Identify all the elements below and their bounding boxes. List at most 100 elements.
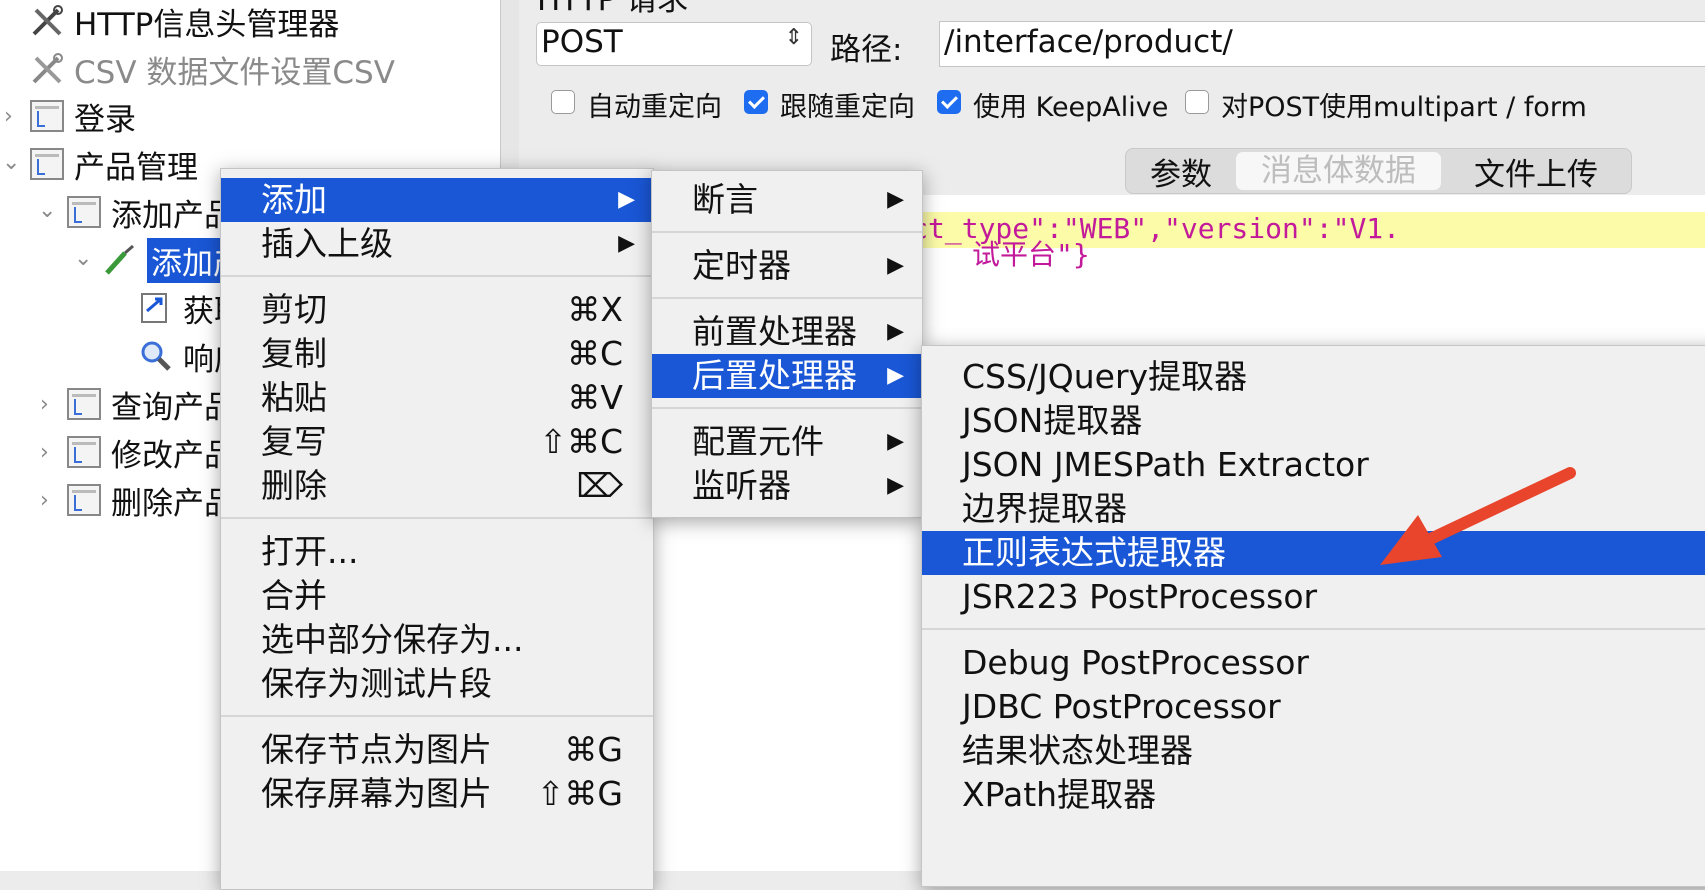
tree-item-csv-data-set[interactable]: CSV 数据文件设置CSV (30, 45, 395, 93)
menu-item-save-as-test-fragment[interactable]: 保存为测试片段 (221, 662, 653, 706)
checkbox-box[interactable] (937, 89, 961, 114)
menu-item-post-processors[interactable]: 后置处理器 ▶ (652, 354, 922, 398)
menu-item-save-screen-image[interactable]: 保存屏幕为图片 ⇧⌘G (221, 772, 653, 816)
context-menu: 添加 ▶ 插入上级 ▶ 剪切 ⌘X 复制 ⌘C 粘贴 ⌘V 复写 ⇧⌘C 删除 ⌦ 打开...… (220, 168, 654, 890)
controller-icon (67, 388, 101, 420)
menu-separator (221, 275, 653, 277)
tree-item-label: 产品管理 (74, 149, 198, 186)
up-down-arrows-icon: ⇕ (784, 25, 803, 50)
menu-item-result-status-handler[interactable]: 结果状态处理器 (922, 729, 1705, 773)
method-select[interactable]: POST ⇕ (536, 22, 812, 66)
tab-file-upload[interactable]: 文件上传 (1441, 149, 1631, 194)
tree-item-modify-product[interactable]: 修改产品 (67, 428, 235, 476)
tree-item-label: 删除产品 (111, 485, 235, 522)
tree-item-label: 添加产品 (111, 197, 235, 234)
chevron-right-icon[interactable]: › (40, 440, 49, 465)
menu-item-save-selection-as[interactable]: 选中部分保存为... (221, 618, 653, 662)
checkbox-label: 对POST使用multipart / form (1221, 92, 1587, 123)
tree-item-add-product-group[interactable]: 添加产品 (67, 188, 235, 236)
menu-item-merge[interactable]: 合并 (221, 574, 653, 618)
redirect-automatically-checkbox[interactable]: 自动重定向 (551, 85, 722, 124)
menu-separator (221, 715, 653, 717)
checkbox-label: 使用 KeepAlive (973, 92, 1169, 123)
menu-item-listeners[interactable]: 监听器 ▶ (652, 464, 922, 508)
use-keepalive-checkbox[interactable]: 使用 KeepAlive (937, 85, 1168, 124)
request-tabs: 参数 消息体数据 文件上传 (1125, 148, 1632, 194)
menu-separator (652, 407, 922, 409)
menu-item-jdbc-postprocessor[interactable]: JDBC PostProcessor (922, 685, 1705, 729)
menu-separator (922, 628, 1705, 630)
tab-body-data[interactable]: 消息体数据 (1236, 152, 1441, 190)
add-submenu: 断言 ▶ 定时器 ▶ 前置处理器 ▶ 后置处理器 ▶ 配置元件 ▶ 监听器 ▶ (651, 170, 923, 518)
tree-item-label: 修改产品 (111, 437, 235, 474)
chevron-right-icon: ▶ (618, 231, 635, 256)
path-label: 路径: (830, 32, 903, 68)
menu-item-assertions[interactable]: 断言 ▶ (652, 178, 922, 222)
chevron-right-icon[interactable]: › (4, 104, 13, 129)
menu-item-delete[interactable]: 删除 ⌦ (221, 464, 653, 508)
menu-item-insert-parent[interactable]: 插入上级 ▶ (221, 222, 653, 266)
tree-item-delete-product[interactable]: 删除产品 (67, 476, 235, 524)
tree-item-login[interactable]: 登录 (30, 92, 136, 140)
tree-item-label: HTTP信息头管理器 (74, 6, 340, 43)
post-processors-submenu: CSS/JQuery提取器 JSON提取器 JSON JMESPath Extr… (921, 345, 1705, 887)
path-input[interactable]: /interface/product/ (939, 21, 1705, 67)
chevron-right-icon: ▶ (887, 429, 904, 454)
multipart-checkbox[interactable]: 对POST使用multipart / form (1185, 85, 1587, 124)
menu-separator (221, 517, 653, 519)
json-text: 试平台"} (972, 238, 1090, 271)
checkbox-label: 自动重定向 (587, 92, 722, 123)
preprocessor-icon (139, 291, 173, 325)
chevron-right-icon: ▶ (887, 253, 904, 278)
menu-item-css-jquery-extractor[interactable]: CSS/JQuery提取器 (922, 355, 1705, 399)
controller-icon (30, 100, 64, 132)
menu-item-paste[interactable]: 粘贴 ⌘V (221, 376, 653, 420)
checkbox-box[interactable] (551, 89, 575, 114)
menu-item-xpath-extractor[interactable]: XPath提取器 (922, 773, 1705, 817)
menu-item-config-elements[interactable]: 配置元件 ▶ (652, 420, 922, 464)
checkbox-label: 跟随重定向 (780, 92, 915, 123)
menu-item-duplicate[interactable]: 复写 ⇧⌘C (221, 420, 653, 464)
sampler-icon (103, 243, 137, 277)
menu-item-pre-processors[interactable]: 前置处理器 ▶ (652, 310, 922, 354)
chevron-down-icon[interactable]: ⌄ (74, 246, 92, 271)
menu-item-copy[interactable]: 复制 ⌘C (221, 332, 653, 376)
chevron-right-icon: ▶ (618, 187, 635, 212)
controller-icon (67, 196, 101, 228)
follow-redirects-checkbox[interactable]: 跟随重定向 (744, 85, 915, 124)
annotation-arrow-icon (1380, 467, 1576, 565)
menu-separator (652, 231, 922, 233)
chevron-right-icon[interactable]: › (40, 392, 49, 417)
chevron-down-icon[interactable]: ⌄ (38, 198, 56, 223)
chevron-down-icon[interactable]: ⌄ (2, 150, 20, 175)
chevron-right-icon: ▶ (887, 473, 904, 498)
menu-item-add[interactable]: 添加 ▶ (221, 178, 653, 222)
checkbox-box[interactable] (1185, 89, 1209, 114)
controller-icon (30, 148, 64, 180)
controller-icon (67, 436, 101, 468)
chevron-right-icon[interactable]: › (40, 488, 49, 513)
chevron-right-icon: ▶ (887, 319, 904, 344)
menu-separator (652, 297, 922, 299)
tree-item-label: 登录 (74, 101, 136, 138)
tree-item-http-header-manager[interactable]: HTTP信息头管理器 (30, 0, 339, 45)
tree-item-product-management[interactable]: 产品管理 (30, 140, 198, 188)
menu-item-open[interactable]: 打开... (221, 530, 653, 574)
menu-item-json-extractor[interactable]: JSON提取器 (922, 399, 1705, 443)
method-value: POST (541, 24, 623, 60)
section-title: HTTP 请求 (537, 0, 689, 18)
menu-item-cut[interactable]: 剪切 ⌘X (221, 288, 653, 332)
menu-item-save-node-image[interactable]: 保存节点为图片 ⌘G (221, 728, 653, 772)
tree-item-label: CSV 数据文件设置CSV (74, 54, 395, 91)
menu-item-timers[interactable]: 定时器 ▶ (652, 244, 922, 288)
chevron-right-icon: ▶ (887, 363, 904, 388)
checkbox-box[interactable] (744, 89, 768, 114)
controller-icon (67, 484, 101, 516)
path-value: /interface/product/ (944, 24, 1233, 60)
tab-parameters[interactable]: 参数 (1126, 149, 1236, 194)
menu-item-debug-postprocessor[interactable]: Debug PostProcessor (922, 641, 1705, 685)
wrench-scissors-icon (30, 4, 64, 38)
tree-item-label: 查询产品 (111, 389, 235, 426)
tree-item-query-product[interactable]: 查询产品 (67, 380, 235, 428)
magnifier-icon (139, 339, 173, 373)
